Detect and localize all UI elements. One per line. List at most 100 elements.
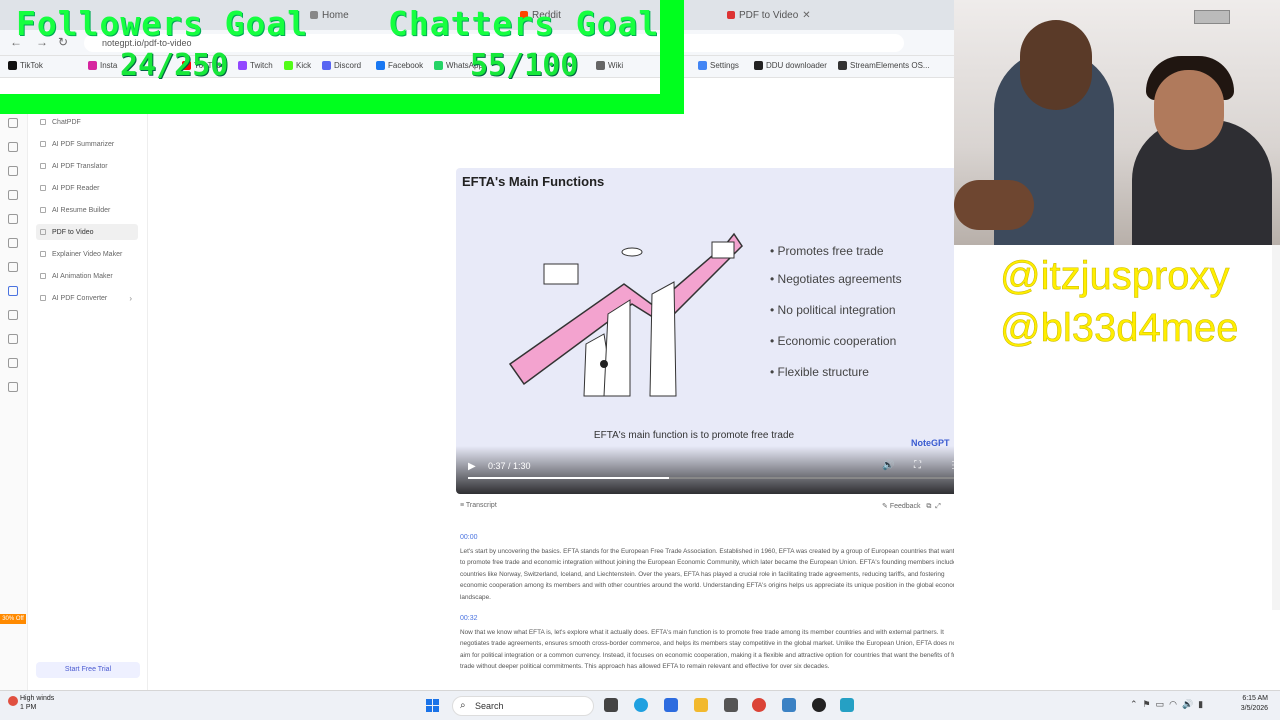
weather-icon [8, 696, 18, 706]
search-icon: ⌕ [460, 700, 466, 711]
sidebar-item-label: Explainer Video Maker [52, 250, 123, 258]
weather-widget[interactable]: High winds 1 PM [20, 694, 54, 712]
video-player[interactable]: EFTA's Main Functions • Promotes free tr… [456, 168, 968, 494]
bookmark-label: Settings [710, 61, 739, 70]
taskbar-search[interactable]: ⌕ Search [452, 696, 594, 716]
history-icon[interactable] [8, 382, 18, 392]
translate-icon[interactable] [8, 334, 18, 344]
copy-icon[interactable]: ⧉ [926, 503, 931, 510]
chrome-icon[interactable] [752, 698, 766, 712]
video-progress-bar[interactable] [468, 477, 956, 479]
edit-icon[interactable] [8, 214, 18, 224]
task-view-icon[interactable] [604, 698, 618, 712]
sidebar-item-pdf-converter[interactable]: AI PDF Converter › [36, 290, 138, 306]
transcript-paragraph: Let's start by uncovering the basics. EF… [460, 548, 963, 601]
start-free-trial-button[interactable]: Start Free Trial [36, 662, 140, 678]
obs-icon[interactable] [812, 698, 826, 712]
sidebar-item-resume-builder[interactable]: AI Resume Builder [36, 202, 138, 218]
video-icon [40, 229, 46, 235]
system-tray[interactable]: ⌃ ⚑ ▭ ◠ 🔊 ▮ [1130, 699, 1203, 710]
page-scrollbar[interactable] [1272, 245, 1280, 610]
sidebar-item-explainer-video[interactable]: Explainer Video Maker [36, 246, 138, 262]
streamer-head [1020, 20, 1092, 110]
tab-label: PDF to Video [739, 9, 799, 21]
tool-icon[interactable] [8, 262, 18, 272]
animation-icon [40, 273, 46, 279]
sidebar-item-label: AI PDF Reader [52, 184, 100, 192]
transcript-timestamp[interactable]: 00:00 [460, 534, 478, 541]
sidebar-item-animation-maker[interactable]: AI Animation Maker [36, 268, 138, 284]
fullscreen-icon[interactable]: ⛶ [914, 460, 921, 471]
explainer-icon [40, 251, 46, 257]
slide-bullet: • No political integration [770, 303, 896, 317]
weather-title: High winds [20, 695, 55, 702]
pdf-icon [727, 11, 735, 19]
photos-icon[interactable] [782, 698, 796, 712]
bookmark[interactable]: StreamElements OS... [838, 61, 930, 70]
followers-goal-count: 24/250 [120, 48, 229, 83]
sidebar-item-label: PDF to Video [52, 228, 94, 236]
notepad-icon[interactable] [840, 698, 854, 712]
sidebar-item-pdf-to-video[interactable]: PDF to Video [36, 224, 138, 240]
slide-title: EFTA's Main Functions [462, 174, 605, 189]
play-icon[interactable]: ▶ [468, 461, 476, 472]
home-icon[interactable] [8, 118, 18, 128]
translate-icon [40, 163, 46, 169]
expand-icon[interactable]: ⤢ [935, 503, 941, 510]
followers-goal-label: Followers Goal [16, 4, 309, 43]
transcript-actions: ✎ Feedback ⧉ ⤢ [882, 502, 941, 511]
sidebar-item-reader[interactable]: AI PDF Reader [36, 180, 138, 196]
transcript-timestamp[interactable]: 00:32 [460, 615, 478, 622]
close-icon[interactable]: ✕ [802, 10, 810, 21]
search-label: Search [475, 701, 504, 711]
windows-start-icon[interactable] [426, 699, 440, 713]
document-icon[interactable] [8, 142, 18, 152]
chevron-right-icon: › [129, 293, 132, 303]
sidebar-item-translator[interactable]: AI PDF Translator [36, 158, 138, 174]
pdf-icon[interactable] [8, 286, 18, 296]
video-controls: ▶ 0:37 / 1:30 🔊 ⛶ ⋮ [456, 446, 968, 494]
sidebar-item-summarizer[interactable]: AI PDF Summarizer [36, 136, 138, 152]
screen: Home Reddit PDF to Video ✕ ← → ↻ notegpt… [0, 0, 1280, 720]
icon-rail [0, 110, 28, 690]
resume-icon [40, 207, 46, 213]
app-icon[interactable] [724, 698, 738, 712]
volume-icon[interactable]: 🔊 [882, 460, 894, 471]
sidebar-item-label: AI Animation Maker [52, 272, 113, 280]
bookmark[interactable]: DDU downloader [754, 61, 827, 70]
social-handle: @itzjusproxy [1000, 254, 1230, 299]
taskbar-clock[interactable]: 6:15 AM 3/5/2026 [1222, 694, 1268, 714]
social-handle: @bl33d4mee [1000, 306, 1239, 351]
summary-icon [40, 141, 46, 147]
sidebar-item-label: AI Resume Builder [52, 206, 111, 214]
chat-icon [40, 119, 46, 125]
convert-icon [40, 295, 46, 301]
trade-growth-illustration [508, 232, 743, 397]
edge-icon[interactable] [634, 698, 648, 712]
video-progress-fill [468, 477, 669, 479]
sidebar-item-label: AI PDF Converter [52, 294, 108, 302]
audio-icon[interactable] [8, 310, 18, 320]
windows-taskbar: High winds 1 PM ⌕ Search ⌃ ⚑ ▭ ◠ 🔊 ▮ 6:1… [0, 690, 1280, 720]
weather-subtitle: 1 PM [20, 704, 37, 711]
sidebar-item-chatpdf[interactable]: ChatPDF [36, 114, 138, 130]
goal-bar-edge [660, 0, 684, 114]
video-icon[interactable] [8, 190, 18, 200]
store-icon[interactable] [664, 698, 678, 712]
feedback-label: Feedback [889, 503, 921, 510]
transcript-tab[interactable]: ≡ Transcript [460, 502, 497, 509]
chat-icon[interactable] [8, 166, 18, 176]
clock-time: 6:15 AM [1242, 695, 1268, 702]
sidebar-item-label: AI PDF Summarizer [52, 140, 115, 148]
video-caption: EFTA's main function is to promote free … [593, 430, 795, 441]
browser-tab[interactable]: PDF to Video ✕ [727, 6, 811, 24]
image-icon[interactable] [8, 238, 18, 248]
slide-bullet: • Promotes free trade [770, 244, 884, 258]
file-explorer-icon[interactable] [694, 698, 708, 712]
slide-bullet: • Negotiates agreements [770, 272, 902, 286]
feedback-button[interactable]: ✎ Feedback [882, 503, 921, 510]
promo-badge[interactable]: 30% Off [0, 614, 26, 624]
transcript-label: Transcript [465, 502, 497, 509]
bookmark[interactable]: Settings [698, 61, 739, 70]
book-icon[interactable] [8, 358, 18, 368]
